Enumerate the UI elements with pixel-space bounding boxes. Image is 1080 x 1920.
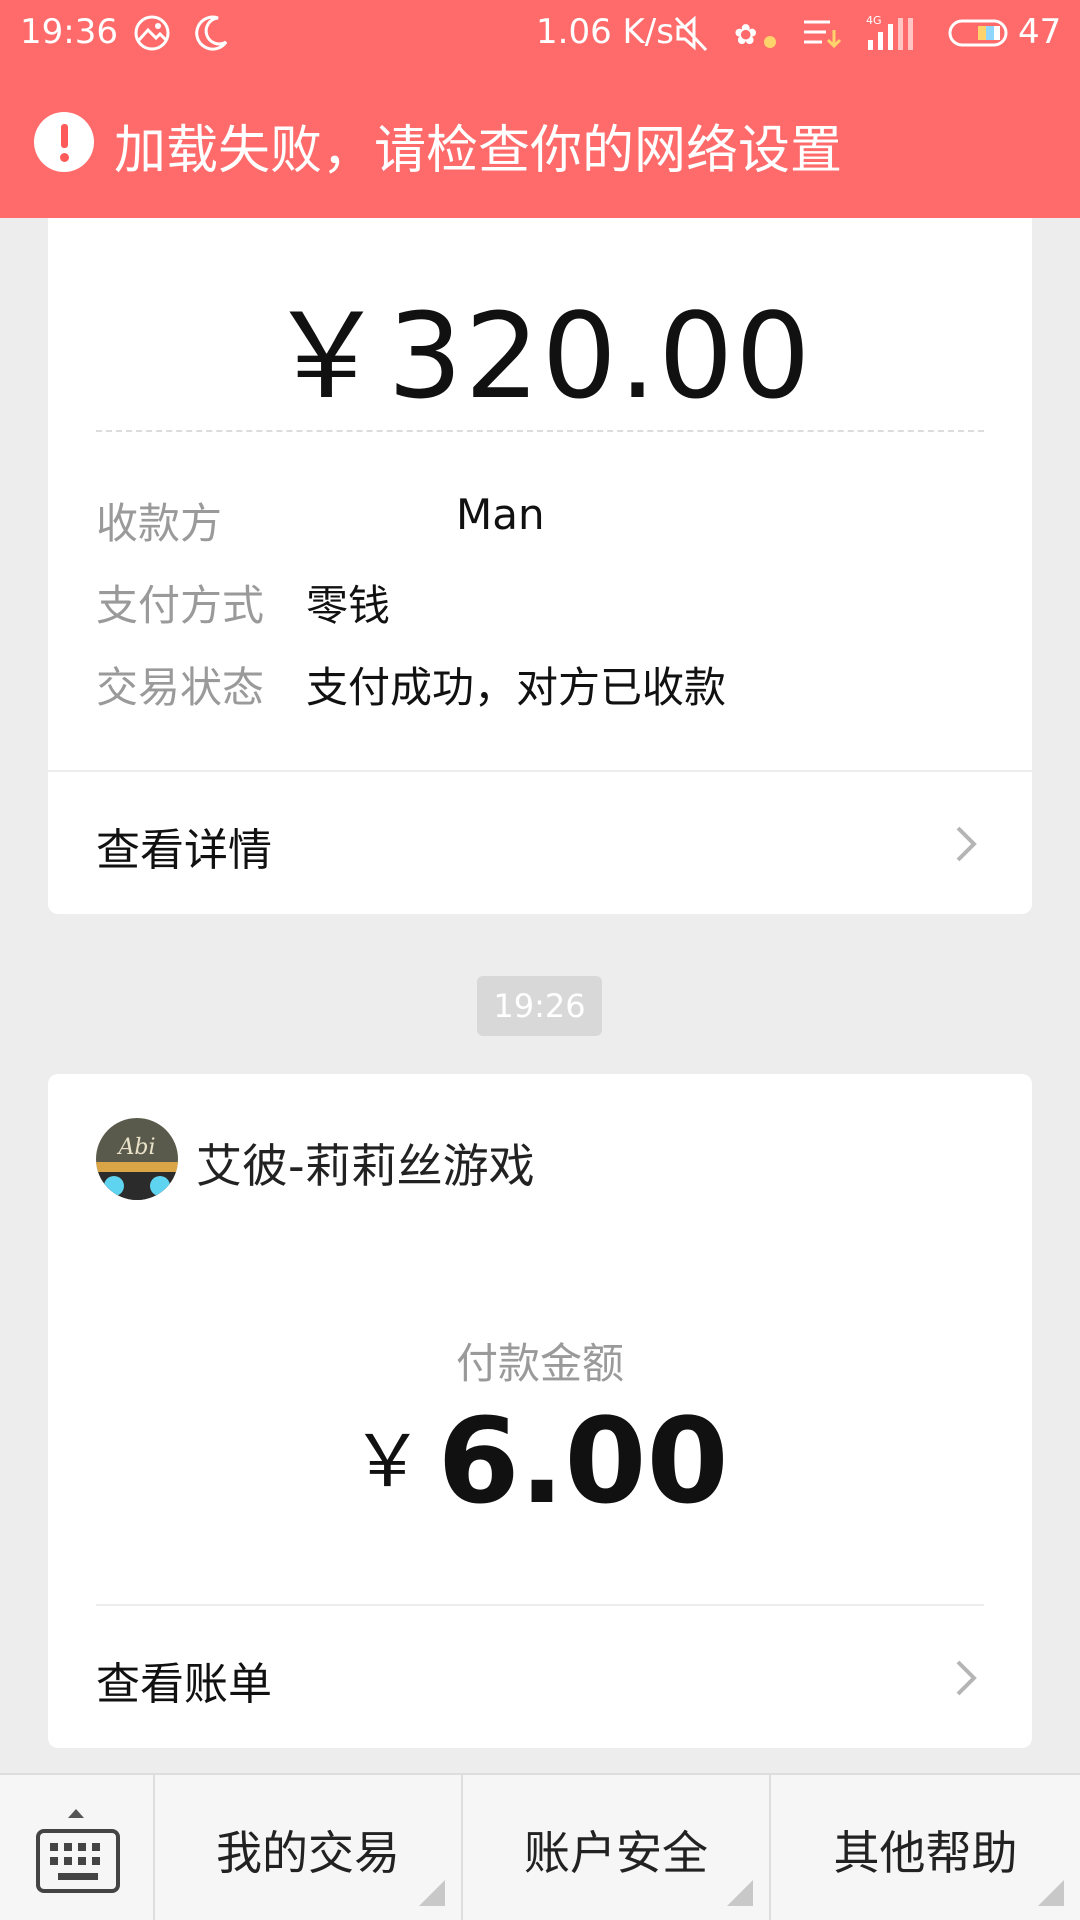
avatar[interactable]: Abi bbox=[96, 1118, 178, 1200]
message-timestamp: 19:26 bbox=[477, 976, 602, 1036]
info-value: Man bbox=[456, 490, 545, 539]
merchant-logo-icon: Abi bbox=[96, 1118, 178, 1200]
svg-text:4G: 4G bbox=[866, 14, 882, 27]
mute-icon bbox=[674, 15, 708, 52]
battery-icon bbox=[948, 19, 1008, 47]
status-time: 19:36 bbox=[20, 12, 118, 52]
info-label: 支付方式 bbox=[96, 581, 265, 630]
amount-value: 6.00 bbox=[437, 1392, 729, 1530]
currency-symbol: ￥ bbox=[351, 1419, 424, 1503]
keyboard-icon bbox=[36, 1829, 120, 1893]
app-notification-icon: ✿ bbox=[734, 18, 776, 51]
menu-label: 其他帮助 bbox=[833, 1826, 1018, 1880]
svg-text:✿: ✿ bbox=[734, 18, 757, 51]
submenu-corner-icon bbox=[1038, 1880, 1064, 1906]
card-divider bbox=[48, 770, 1032, 772]
transfer-receipt-card: ￥320.00 收款方 Man 支付方式 零钱 交易状态 支付成功，对方已收款 … bbox=[48, 200, 1032, 914]
view-bill-label: 查看账单 bbox=[96, 1659, 272, 1710]
menu-account-security[interactable]: 账户安全 bbox=[463, 1775, 771, 1920]
chevron-right-icon bbox=[956, 1660, 977, 1696]
info-row-payee: 收款方 Man bbox=[96, 490, 545, 551]
keyboard-toggle-button[interactable] bbox=[0, 1775, 155, 1920]
dashed-divider bbox=[96, 430, 984, 432]
menu-my-transactions[interactable]: 我的交易 bbox=[155, 1775, 463, 1920]
submenu-corner-icon bbox=[727, 1880, 753, 1906]
view-details-label: 查看详情 bbox=[96, 825, 272, 876]
notification-list-icon bbox=[804, 20, 842, 49]
info-label: 交易状态 bbox=[96, 663, 265, 712]
info-row-payment-method: 支付方式 零钱 bbox=[96, 572, 390, 633]
menu-label: 我的交易 bbox=[216, 1826, 400, 1880]
signal-4g-icon: 4G bbox=[866, 14, 913, 50]
battery-level: 47 bbox=[1018, 12, 1062, 52]
chevron-right-icon bbox=[956, 826, 977, 862]
status-bar: 19:36 1.06 K/s ✿ 4G 47 bbox=[0, 0, 1080, 68]
moon-icon bbox=[195, 15, 228, 51]
merchant-name: 艾彼-莉莉丝游戏 bbox=[196, 1139, 535, 1193]
info-label: 收款方 bbox=[96, 499, 223, 548]
network-speed: 1.06 K/s bbox=[536, 12, 674, 52]
gallery-icon bbox=[134, 15, 170, 51]
card-divider bbox=[96, 1604, 984, 1606]
view-bill-row[interactable]: 查看账单 bbox=[48, 1608, 1032, 1748]
exclamation-circle-icon bbox=[34, 112, 94, 172]
payment-amount: ￥ 6.00 bbox=[48, 1392, 1032, 1530]
bottom-menu-bar: 我的交易 账户安全 其他帮助 bbox=[0, 1773, 1080, 1920]
top-header: 19:36 1.06 K/s ✿ 4G 47 加载失败，请检查你的网络设置 bbox=[0, 0, 1080, 218]
payment-card[interactable]: Abi 艾彼-莉莉丝游戏 付款金额 ￥ 6.00 查看账单 bbox=[48, 1074, 1032, 1748]
info-value: 支付成功，对方已收款 bbox=[306, 663, 727, 712]
caret-up-icon bbox=[68, 1809, 84, 1818]
network-error-banner[interactable]: 加载失败，请检查你的网络设置 bbox=[0, 100, 1080, 190]
menu-other-help[interactable]: 其他帮助 bbox=[771, 1775, 1080, 1920]
error-message: 加载失败，请检查你的网络设置 bbox=[114, 121, 843, 181]
info-row-status: 交易状态 支付成功，对方已收款 bbox=[96, 654, 726, 715]
amount-label: 付款金额 bbox=[455, 1339, 624, 1388]
avatar-logo-text: Abi bbox=[116, 1135, 155, 1160]
menu-label: 账户安全 bbox=[524, 1826, 708, 1880]
transfer-amount: ￥320.00 bbox=[267, 287, 813, 425]
view-details-row[interactable]: 查看详情 bbox=[48, 774, 1032, 914]
submenu-corner-icon bbox=[419, 1880, 445, 1906]
info-value: 零钱 bbox=[306, 581, 391, 630]
